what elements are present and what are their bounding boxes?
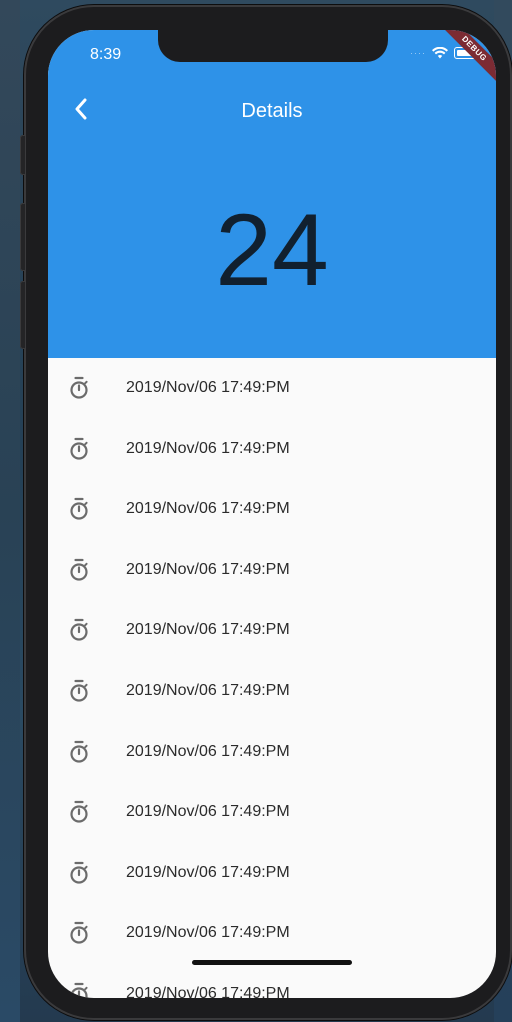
list-item-label: 2019/Nov/06 17:49:PM [126, 439, 290, 457]
stopwatch-icon [66, 678, 92, 704]
home-indicator[interactable] [192, 960, 352, 965]
volume-up-button [20, 203, 26, 271]
stopwatch-icon [66, 981, 92, 998]
stopwatch-icon [66, 496, 92, 522]
list-item-label: 2019/Nov/06 17:49:PM [126, 984, 290, 998]
stopwatch-icon [66, 557, 92, 583]
volume-down-button [20, 281, 26, 349]
stopwatch-icon [66, 375, 92, 401]
device-notch [158, 30, 388, 62]
mute-switch [20, 135, 26, 175]
list-item[interactable]: 2019/Nov/06 17:49:PM [48, 661, 496, 722]
list-item[interactable]: 2019/Nov/06 17:49:PM [48, 419, 496, 480]
list-item[interactable]: 2019/Nov/06 17:49:PM [48, 540, 496, 601]
list-item[interactable]: 2019/Nov/06 17:49:PM [48, 964, 496, 998]
list-item-label: 2019/Nov/06 17:49:PM [126, 560, 290, 578]
wifi-icon [432, 47, 448, 59]
timestamp-list: 2019/Nov/06 17:49:PM 2019/Nov/06 17:49:P… [48, 358, 496, 998]
list-item[interactable]: 2019/Nov/06 17:49:PM [48, 479, 496, 540]
list-item[interactable]: 2019/Nov/06 17:49:PM [48, 903, 496, 964]
list-item-label: 2019/Nov/06 17:49:PM [126, 924, 290, 942]
list-item[interactable]: 2019/Nov/06 17:49:PM [48, 722, 496, 783]
phone-screen: 8:39 ···· DEBUG Details 24 2019/Nov/06 1… [48, 30, 496, 998]
page-title: Details [241, 100, 303, 122]
stopwatch-icon [66, 739, 92, 765]
stopwatch-icon [66, 860, 92, 886]
list-item-label: 2019/Nov/06 17:49:PM [126, 863, 290, 881]
list-item-label: 2019/Nov/06 17:49:PM [126, 379, 290, 396]
list-item-label: 2019/Nov/06 17:49:PM [126, 803, 290, 821]
stopwatch-icon [66, 436, 92, 462]
cellular-signal-icon: ···· [410, 48, 426, 58]
list-item[interactable]: 2019/Nov/06 17:49:PM [48, 843, 496, 904]
list-item-label: 2019/Nov/06 17:49:PM [126, 681, 290, 699]
list-item-label: 2019/Nov/06 17:49:PM [126, 500, 290, 518]
count-value: 24 [215, 193, 329, 307]
stopwatch-icon [66, 799, 92, 825]
stopwatch-icon [66, 617, 92, 643]
list-item-label: 2019/Nov/06 17:49:PM [126, 742, 290, 760]
list-item[interactable]: 2019/Nov/06 17:49:PM [48, 782, 496, 843]
desktop-background-left [0, 0, 20, 1022]
list-item-label: 2019/Nov/06 17:49:PM [126, 621, 290, 639]
list-item[interactable]: 2019/Nov/06 17:49:PM [48, 358, 496, 419]
list-item[interactable]: 2019/Nov/06 17:49:PM [48, 600, 496, 661]
status-time: 8:39 [90, 46, 122, 63]
phone-frame: 8:39 ···· DEBUG Details 24 2019/Nov/06 1… [20, 5, 512, 1020]
app-header: 8:39 ···· DEBUG Details 24 [48, 30, 496, 358]
stopwatch-icon [66, 920, 92, 946]
